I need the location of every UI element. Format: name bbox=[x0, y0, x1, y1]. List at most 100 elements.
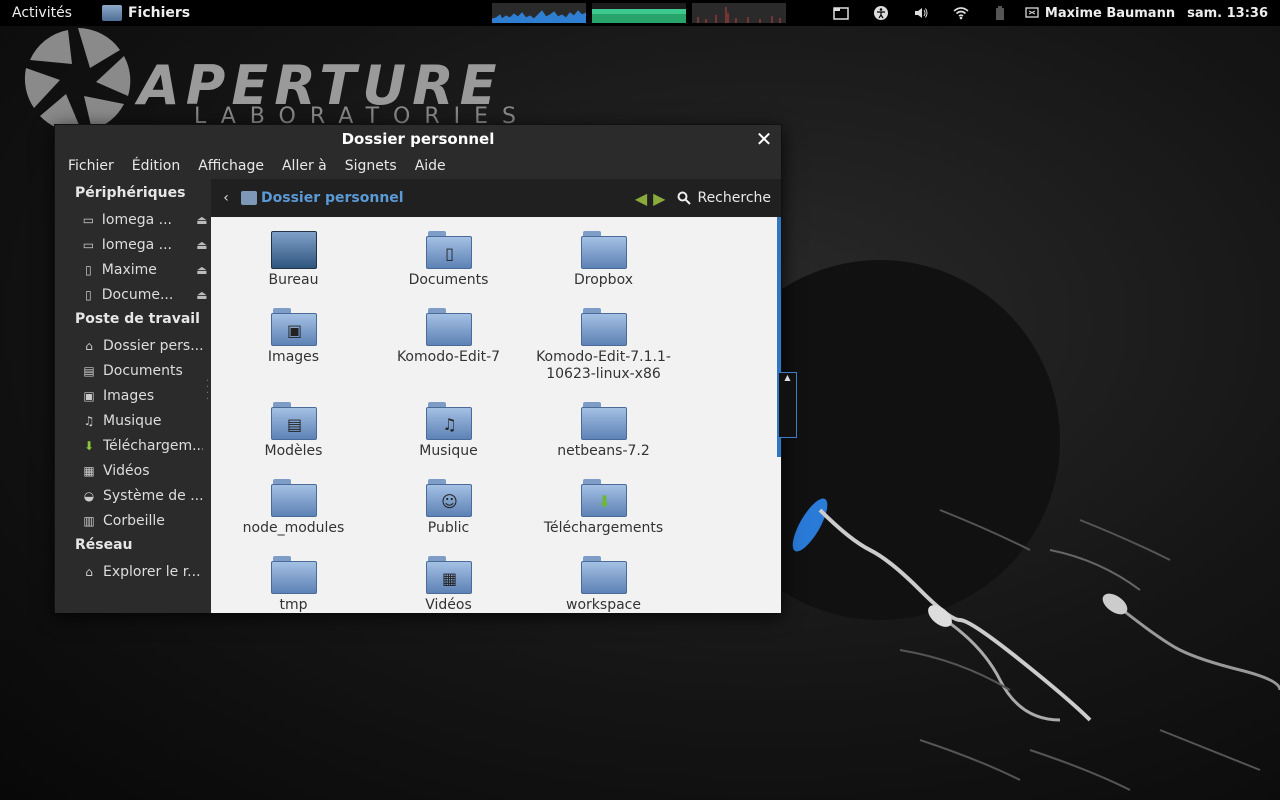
app-menu-label: Fichiers bbox=[127, 5, 191, 21]
folder-icon bbox=[270, 556, 317, 594]
sidebar-item-label: Iomega ... bbox=[101, 211, 172, 228]
sidebar-item-label: Corbeille bbox=[103, 512, 165, 529]
file-name: Komodo-Edit-7.1.1-10623-linux-x86 bbox=[536, 349, 671, 382]
file-item[interactable]: ⬇ Téléchargements bbox=[526, 479, 681, 537]
sidebar-resize-grip[interactable]: · · · · bbox=[206, 377, 209, 405]
file-item[interactable]: ▯ Documents bbox=[371, 231, 526, 289]
file-name: Bureau bbox=[268, 272, 319, 288]
system-monitors bbox=[492, 3, 786, 23]
sidebar-item-iomega-2[interactable]: ▭ Iomega ... ⏏ bbox=[55, 232, 211, 257]
back-arrow-icon[interactable]: ◀ bbox=[635, 189, 647, 208]
file-name: netbeans-7.2 bbox=[557, 443, 650, 459]
eject-icon[interactable]: ⏏ bbox=[196, 238, 211, 252]
menubar: Fichier Édition Affichage Aller à Signet… bbox=[55, 153, 781, 179]
battery-icon[interactable] bbox=[981, 0, 1021, 26]
app-menu[interactable]: Fichiers bbox=[101, 5, 191, 21]
file-name: Téléchargements bbox=[543, 520, 664, 536]
file-item[interactable]: ▣ Images bbox=[216, 308, 371, 366]
sidebar-item-label: Musique bbox=[103, 412, 162, 429]
music-folder-icon: ♫ bbox=[425, 402, 472, 440]
user-menu[interactable]: Maxime Baumann bbox=[1021, 6, 1187, 21]
network-monitor bbox=[692, 3, 786, 23]
file-item[interactable]: ▦ Vidéos bbox=[371, 556, 526, 613]
sidebar-item-label: Iomega ... bbox=[101, 236, 172, 253]
window-titlebar[interactable]: Dossier personnel ✕ bbox=[55, 125, 781, 153]
sidebar-item-images[interactable]: ▣ Images bbox=[55, 383, 211, 408]
sidebar-item-videos[interactable]: ▦ Vidéos bbox=[55, 458, 211, 483]
sidebar-item-music[interactable]: ♫ Musique bbox=[55, 408, 211, 433]
sidebar-item-maxime[interactable]: ▯ Maxime ⏏ bbox=[55, 257, 211, 282]
templates-folder-icon: ▤ bbox=[270, 402, 317, 440]
file-item[interactable]: ▤ Modèles bbox=[216, 402, 371, 460]
sidebar-item-filesystem[interactable]: ◒ Système de ... bbox=[55, 483, 211, 508]
file-name: Komodo-Edit-7 bbox=[396, 349, 501, 365]
sidebar-item-browse-network[interactable]: ⌂ Explorer le r... bbox=[55, 559, 211, 584]
trash-icon: ▥ bbox=[83, 513, 95, 528]
window-resize-tab[interactable]: ▲ bbox=[779, 372, 797, 438]
sidebar: Périphériques ▭ Iomega ... ⏏ ▭ Iomega ..… bbox=[55, 179, 211, 613]
videos-folder-icon: ▦ bbox=[425, 556, 472, 594]
documents-folder-icon: ▯ bbox=[425, 231, 472, 269]
sidebar-heading-devices: Périphériques bbox=[75, 185, 186, 201]
memory-monitor bbox=[592, 3, 686, 23]
file-item[interactable]: Bureau bbox=[216, 231, 371, 289]
file-item[interactable]: Dropbox bbox=[526, 231, 681, 289]
nav-arrows: ◀ ▶ bbox=[635, 189, 666, 208]
images-folder-icon: ▣ bbox=[270, 308, 317, 346]
file-view[interactable]: Bureau ▯ Documents Dropbox ▣ Images Komodo-Edi… bbox=[211, 217, 781, 613]
sidebar-item-label: Téléchargem... bbox=[103, 437, 203, 454]
sidebar-item-documents[interactable]: ▤ Documents bbox=[55, 358, 211, 383]
clock[interactable]: sam. 13:36 bbox=[1187, 6, 1280, 21]
file-name: Vidéos bbox=[425, 597, 472, 613]
forward-arrow-icon[interactable]: ▶ bbox=[653, 189, 665, 208]
home-icon bbox=[241, 191, 257, 205]
folder-icon bbox=[270, 479, 317, 517]
folder-icon[interactable] bbox=[821, 0, 861, 26]
eject-icon[interactable]: ⏏ bbox=[196, 288, 211, 302]
content-area: ‹ Dossier personnel ◀ ▶ Recherche Bureau… bbox=[211, 179, 781, 613]
breadcrumb-home[interactable]: Dossier personnel bbox=[241, 190, 404, 206]
file-name: node_modules bbox=[242, 520, 345, 536]
file-item[interactable]: ♫ Musique bbox=[371, 402, 526, 460]
chat-icon bbox=[1025, 7, 1039, 18]
file-manager-window: Dossier personnel ✕ Fichier Édition Affi… bbox=[54, 124, 782, 613]
file-item[interactable]: ☺ Public bbox=[371, 479, 526, 537]
eject-icon[interactable]: ⏏ bbox=[196, 213, 211, 227]
menu-fichier[interactable]: Fichier bbox=[59, 158, 123, 174]
menu-affichage[interactable]: Affichage bbox=[189, 158, 273, 174]
file-item[interactable]: Komodo-Edit-7.1.1-10623-linux-x86 bbox=[526, 308, 681, 383]
file-item[interactable]: netbeans-7.2 bbox=[526, 402, 681, 460]
sidebar-item-label: Images bbox=[103, 387, 155, 404]
eject-icon[interactable]: ⏏ bbox=[196, 263, 211, 277]
file-name: Documents bbox=[408, 272, 489, 288]
menu-edition[interactable]: Édition bbox=[123, 158, 189, 174]
folder-icon bbox=[580, 556, 627, 594]
file-item[interactable]: Komodo-Edit-7 bbox=[371, 308, 526, 366]
close-button[interactable]: ✕ bbox=[755, 129, 773, 149]
sidebar-item-trash[interactable]: ▥ Corbeille bbox=[55, 508, 211, 533]
sidebar-item-label: Vidéos bbox=[103, 462, 150, 479]
menu-signets[interactable]: Signets bbox=[336, 158, 406, 174]
menu-aller-a[interactable]: Aller à bbox=[273, 158, 336, 174]
path-back-icon[interactable]: ‹ bbox=[211, 190, 241, 206]
file-item[interactable]: tmp bbox=[216, 556, 371, 613]
activities-button[interactable]: Activités bbox=[0, 5, 84, 21]
file-item[interactable]: node_modules bbox=[216, 479, 371, 537]
sidebar-item-documents-device[interactable]: ▯ Docume... ⏏ bbox=[55, 282, 211, 307]
search-icon bbox=[677, 191, 692, 205]
file-item[interactable]: workspace bbox=[526, 556, 681, 613]
drive-icon: ▭ bbox=[82, 237, 95, 252]
wifi-icon[interactable] bbox=[941, 0, 981, 26]
user-name: Maxime Baumann bbox=[1044, 5, 1176, 21]
search-button[interactable]: Recherche bbox=[665, 190, 781, 206]
images-icon: ▣ bbox=[83, 388, 95, 403]
accessibility-icon[interactable] bbox=[861, 0, 901, 26]
menu-aide[interactable]: Aide bbox=[406, 158, 455, 174]
sidebar-item-home[interactable]: ⌂ Dossier pers... bbox=[55, 333, 211, 358]
sidebar-item-downloads[interactable]: ⬇ Téléchargem... bbox=[55, 433, 211, 458]
drive-icon: ▭ bbox=[82, 212, 95, 227]
volume-icon[interactable] bbox=[901, 0, 941, 26]
sidebar-item-iomega-1[interactable]: ▭ Iomega ... ⏏ bbox=[55, 207, 211, 232]
sidebar-item-label: Docume... bbox=[101, 286, 174, 303]
folder-icon bbox=[580, 402, 627, 440]
